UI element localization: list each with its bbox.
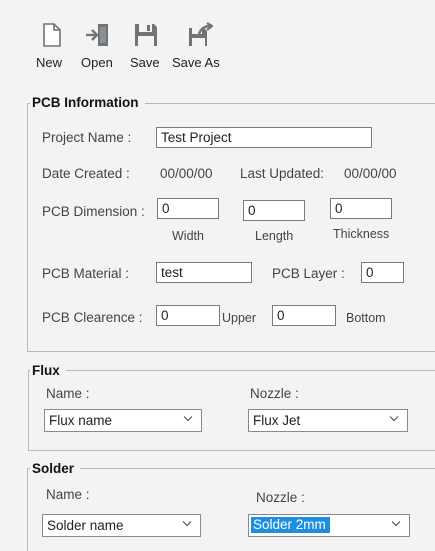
pcb-information-title: PCB Information [30,95,145,110]
save-as-label: Save As [172,55,220,70]
save-button[interactable]: Save [123,12,163,72]
bottom-clearence-input[interactable] [272,305,336,326]
project-name-input[interactable] [156,127,372,148]
length-caption: Length [255,229,294,243]
save-icon [135,24,157,46]
date-created-value: 00/00/00 [160,166,213,181]
open-button[interactable]: Open [72,12,120,72]
flux-title: Flux [30,363,66,378]
pcb-layer-input[interactable] [361,262,404,283]
solder-nozzle-label: Nozzle : [256,490,305,505]
solder-name-label: Name : [46,487,90,502]
save-label: Save [130,55,160,70]
date-created-label: Date Created : [42,166,130,181]
flux-nozzle-label: Nozzle : [250,386,299,401]
pcb-layer-label: PCB Layer : [272,266,345,281]
length-input[interactable] [243,200,305,221]
bottom-caption: Bottom [346,311,386,325]
thickness-caption: Thickness [333,227,390,241]
flux-nozzle-value: Flux Jet [253,413,301,428]
solder-nozzle-value: Solder 2mm [251,517,330,533]
chevron-down-icon [391,521,401,527]
flux-nozzle-select[interactable]: Flux Jet [248,409,408,432]
project-name-label: Project Name : [42,130,132,145]
pcb-clearence-label: PCB Clearence : [42,310,143,325]
chevron-down-icon [183,416,193,422]
solder-name-select[interactable]: Solder name [42,514,201,537]
new-button[interactable]: New [30,12,70,72]
upper-caption: Upper [222,311,257,325]
last-updated-value: 00/00/00 [344,166,397,181]
last-updated-label: Last Updated: [240,166,325,181]
pcb-material-input[interactable] [156,262,252,283]
pcb-dimension-label: PCB Dimension : [42,204,145,219]
solder-nozzle-select[interactable]: Solder 2mm [248,514,410,537]
thickness-input[interactable] [330,198,392,219]
pcb-material-label: PCB Material : [42,266,130,281]
solder-title: Solder [30,461,81,476]
width-caption: Width [172,229,204,243]
flux-name-value: Flux name [49,413,113,428]
chevron-down-icon [389,416,399,422]
open-icon [86,24,108,46]
chevron-down-icon [182,521,192,527]
solder-group [27,468,435,551]
open-label: Open [81,55,113,70]
width-input[interactable] [157,198,219,219]
flux-name-select[interactable]: Flux name [44,409,202,432]
save-as-button[interactable]: Save As [168,12,226,72]
flux-name-label: Name : [46,386,90,401]
solder-name-value: Solder name [47,518,124,533]
save-as-icon [189,22,213,46]
new-label: New [36,55,63,70]
upper-clearence-input[interactable] [156,305,220,326]
new-file-icon [43,23,61,47]
